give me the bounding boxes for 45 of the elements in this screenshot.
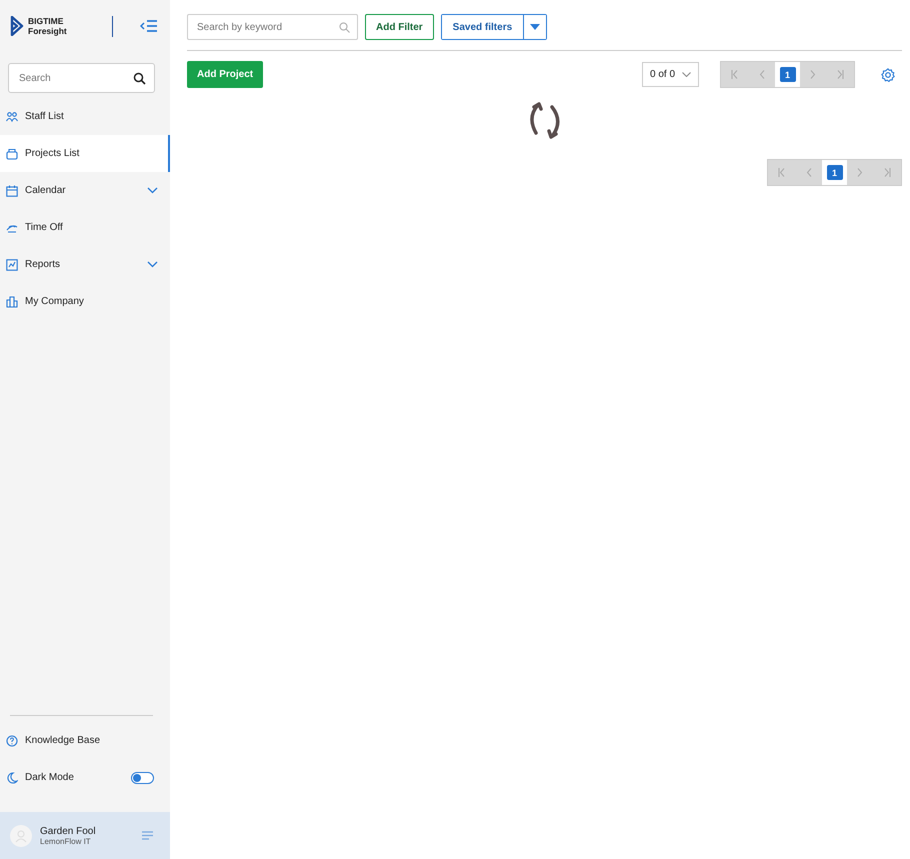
brand-name: BIGTIME: [28, 16, 64, 26]
toggle-switch[interactable]: [131, 772, 154, 784]
building-icon: [6, 296, 18, 308]
setting-row: Dark Mode: [0, 759, 170, 796]
last-page-icon[interactable]: [836, 70, 844, 79]
nav-item[interactable]: Staff List: [0, 98, 170, 135]
first-page-icon[interactable]: [778, 168, 786, 177]
user-name: Garden Fool: [40, 826, 97, 836]
chevron-down-icon: [682, 72, 692, 77]
avatar-icon: [10, 824, 32, 846]
caret-icon: [530, 24, 540, 30]
report-icon: [6, 258, 18, 270]
moon-icon: [6, 772, 18, 784]
search-icon: [133, 72, 146, 84]
company-name: LemonFlow IT: [40, 836, 92, 846]
nav-item[interactable]: Reports: [0, 246, 170, 283]
add-filter-button[interactable]: Add Filter: [365, 14, 434, 40]
nav-item[interactable]: Projects List: [0, 135, 170, 172]
collapse-menu-icon[interactable]: [140, 19, 158, 33]
previous-page-icon[interactable]: [806, 168, 812, 177]
nav-item[interactable]: My Company: [0, 283, 170, 320]
people-icon: [6, 110, 18, 122]
menu-icon[interactable]: [142, 831, 153, 840]
search-field[interactable]: Search: [8, 63, 155, 93]
next-page-icon[interactable]: [857, 168, 863, 177]
nav-item[interactable]: Time Off: [0, 209, 170, 246]
previous-page-icon[interactable]: [759, 70, 765, 79]
nav-item[interactable]: Calendar: [0, 172, 170, 209]
logo-icon: [10, 16, 24, 36]
count-dropdown[interactable]: 0 of 0: [642, 62, 699, 87]
search-icon: [339, 22, 350, 32]
last-page-icon[interactable]: [883, 168, 891, 177]
page-number[interactable]: 1: [826, 165, 842, 180]
help-icon: [6, 734, 18, 746]
search-input[interactable]: Search: [17, 72, 133, 84]
first-page-icon[interactable]: [731, 70, 739, 79]
settings-icon[interactable]: [881, 68, 895, 82]
next-page-icon[interactable]: [810, 70, 816, 79]
keyword-search-field[interactable]: Search by keyword: [187, 14, 358, 40]
calendar-icon: [6, 184, 18, 196]
brand-subtitle: Foresight: [28, 26, 68, 36]
keyword-search-input[interactable]: Search by keyword: [195, 20, 339, 34]
saved-filters-button[interactable]: Saved filters: [442, 15, 524, 39]
page-number[interactable]: 1: [780, 67, 796, 82]
nav-item[interactable]: Knowledge Base: [0, 722, 170, 759]
